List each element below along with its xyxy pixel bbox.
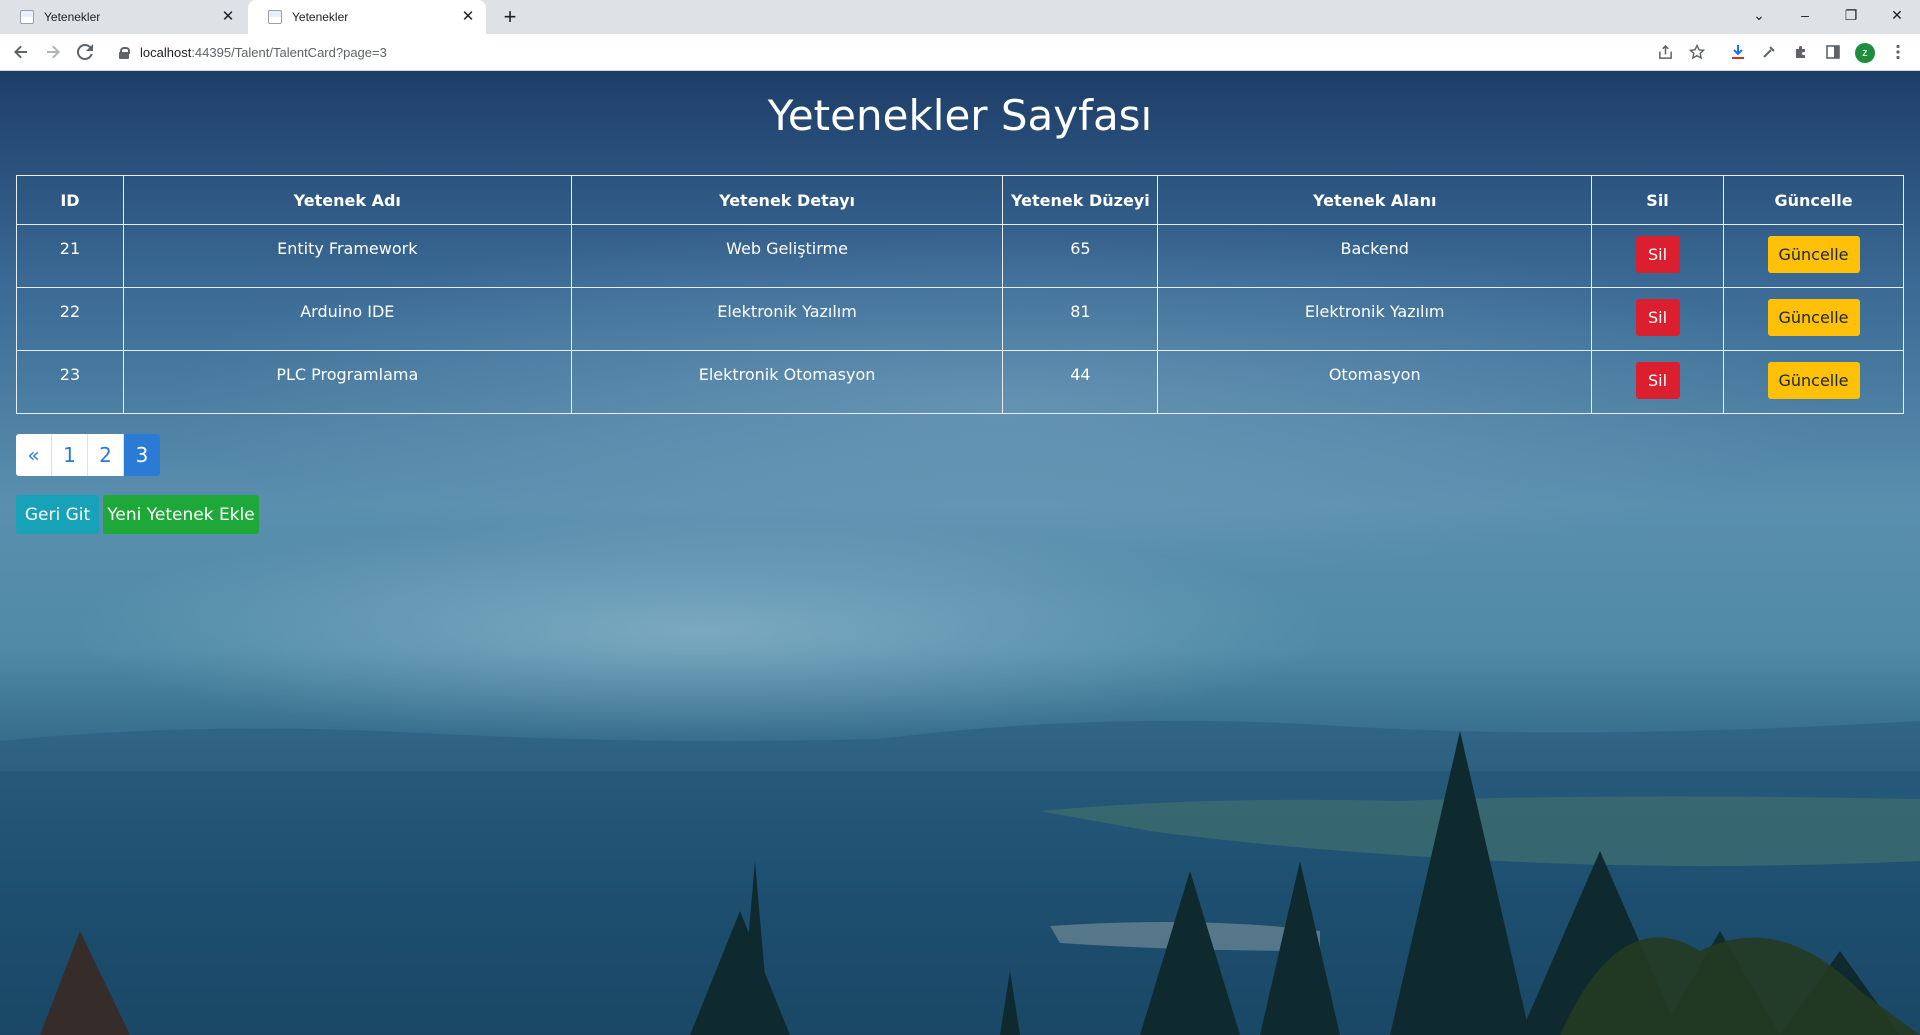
address-bar[interactable]: localhost:44395/Talent/TalentCard?page=3 (108, 38, 1658, 67)
column-header-name: Yetenek Adı (122, 175, 572, 225)
cell-area: Otomasyon (1157, 350, 1593, 414)
url-host: localhost (140, 45, 192, 60)
delete-button[interactable]: Sil (1635, 362, 1680, 399)
browser-toolbar: localhost:44395/Talent/TalentCard?page=3… (0, 34, 1920, 71)
pagination-prev-link[interactable]: « (16, 434, 52, 476)
tab-title: Yetenekler (44, 10, 101, 24)
cell-level: 81 (1002, 287, 1159, 351)
cell-delete: Sil (1591, 224, 1725, 288)
minimize-button[interactable]: – (1782, 0, 1828, 30)
page-title: Yetenekler Sayfası (767, 91, 1153, 140)
cell-delete: Sil (1591, 287, 1725, 351)
forward-arrow-icon[interactable] (40, 39, 66, 65)
cell-area: Elektronik Yazılım (1157, 287, 1593, 351)
cell-name: Entity Framework (122, 224, 572, 288)
update-button[interactable]: Güncelle (1767, 362, 1860, 399)
cell-area: Backend (1157, 224, 1593, 288)
new-tab-button[interactable]: + (498, 6, 522, 30)
update-button[interactable]: Güncelle (1767, 236, 1860, 273)
cell-id: 23 (16, 350, 124, 414)
bookmark-star-icon[interactable] (1685, 40, 1709, 64)
cell-detail: Elektronik Otomasyon (570, 350, 1004, 414)
reload-icon[interactable] (72, 39, 98, 65)
cell-level: 65 (1002, 224, 1159, 288)
cell-update: Güncelle (1723, 287, 1904, 351)
cell-id: 21 (16, 224, 124, 288)
column-header-level: Yetenek Düzeyi (1002, 175, 1159, 225)
pagination-page-3-current[interactable]: 3 (124, 434, 160, 476)
extensions-puzzle-icon[interactable] (1789, 40, 1813, 64)
go-back-button[interactable]: Geri Git (16, 495, 99, 534)
restore-button[interactable]: ❐ (1828, 0, 1874, 30)
page-favicon-icon (268, 10, 282, 24)
close-tab-icon[interactable]: ✕ (220, 9, 236, 25)
cell-update: Güncelle (1723, 224, 1904, 288)
side-panel-icon[interactable] (1821, 40, 1845, 64)
eyedropper-icon[interactable] (1757, 40, 1781, 64)
url-path: :44395/Talent/TalentCard?page=3 (191, 45, 387, 60)
close-tab-icon[interactable]: ✕ (460, 9, 476, 25)
cell-update: Güncelle (1723, 350, 1904, 414)
close-window-button[interactable]: ✕ (1874, 0, 1920, 30)
table-row: 21 Entity Framework Web Geliştirme 65 Ba… (16, 224, 1904, 288)
cell-id: 22 (16, 287, 124, 351)
delete-button[interactable]: Sil (1635, 236, 1680, 273)
browser-tab[interactable]: Yetenekler ✕ (0, 0, 246, 34)
profile-avatar[interactable]: z (1855, 43, 1875, 63)
cell-level: 44 (1002, 350, 1159, 414)
pagination-page-2[interactable]: 2 (88, 434, 124, 476)
back-arrow-icon[interactable] (8, 39, 34, 65)
pagination: « 1 2 3 (16, 434, 160, 476)
more-menu-icon[interactable] (1886, 40, 1910, 64)
update-button[interactable]: Güncelle (1767, 299, 1860, 336)
cell-detail: Elektronik Yazılım (570, 287, 1004, 351)
lock-icon (118, 46, 130, 59)
cell-detail: Web Geliştirme (570, 224, 1004, 288)
tab-search-chevron-icon[interactable]: ⌄ (1736, 0, 1782, 30)
browser-tab-strip: Yetenekler ✕ Yetenekler ✕ + ⌄ – ❐ ✕ (0, 0, 1920, 34)
column-header-detail: Yetenek Detayı (570, 175, 1004, 225)
column-header-update: Güncelle (1723, 175, 1904, 225)
cell-name: PLC Programlama (122, 350, 572, 414)
table-row: 23 PLC Programlama Elektronik Otomasyon … (16, 350, 1904, 414)
tab-title: Yetenekler (292, 10, 349, 24)
pagination-page-1[interactable]: 1 (52, 434, 88, 476)
column-header-delete: Sil (1591, 175, 1725, 225)
cell-delete: Sil (1591, 350, 1725, 414)
download-icon[interactable] (1726, 40, 1750, 64)
browser-tab-active[interactable]: Yetenekler ✕ (248, 0, 486, 34)
share-icon[interactable] (1653, 40, 1677, 64)
talents-table: ID Yetenek Adı Yetenek Detayı Yetenek Dü… (16, 175, 1904, 414)
cell-name: Arduino IDE (122, 287, 572, 351)
table-header-row: ID Yetenek Adı Yetenek Detayı Yetenek Dü… (16, 175, 1904, 225)
column-header-area: Yetenek Alanı (1157, 175, 1593, 225)
page-viewport: Yetenekler Sayfası ID Yetenek Adı Yetene… (0, 71, 1920, 1035)
column-header-id: ID (16, 175, 124, 225)
add-talent-button[interactable]: Yeni Yetenek Ekle (103, 495, 259, 534)
table-row: 22 Arduino IDE Elektronik Yazılım 81 Ele… (16, 287, 1904, 351)
delete-button[interactable]: Sil (1635, 299, 1680, 336)
page-favicon-icon (20, 10, 34, 24)
